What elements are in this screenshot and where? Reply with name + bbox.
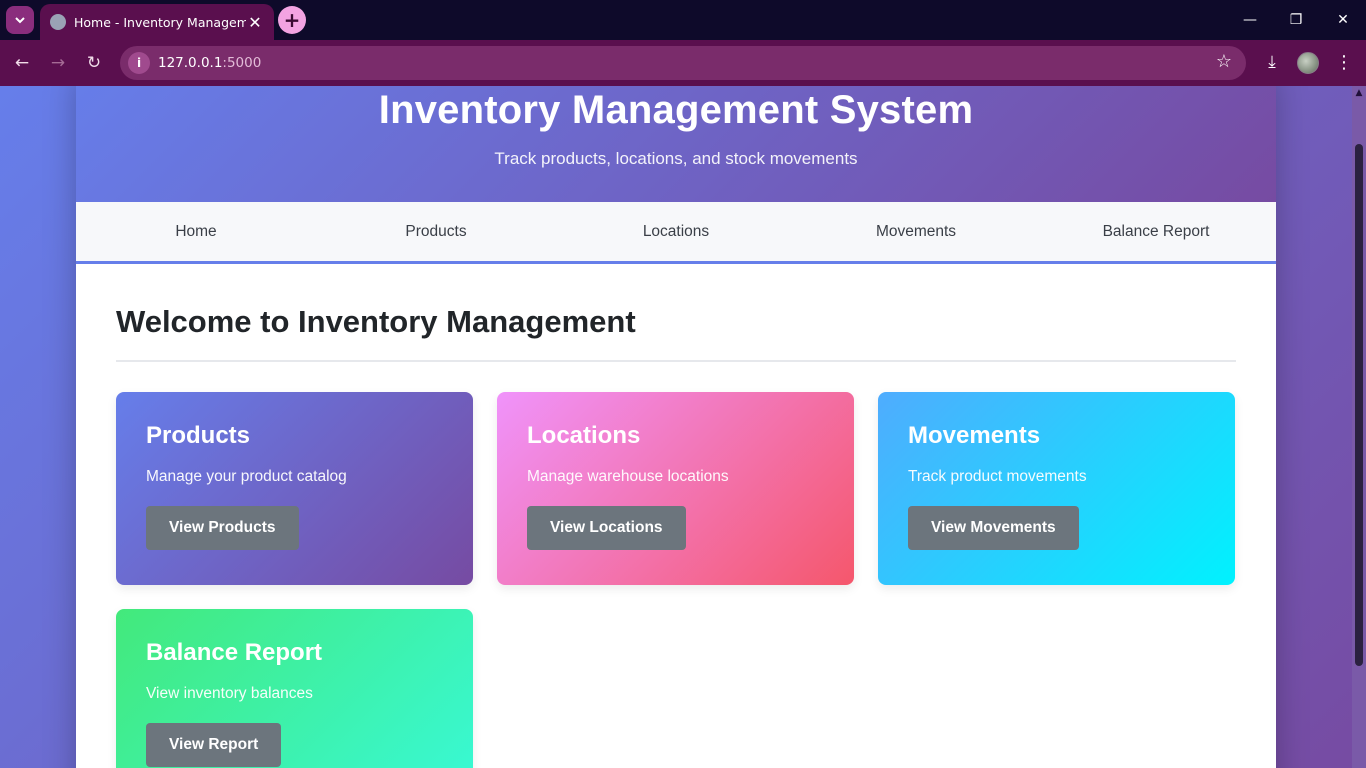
- card-description: View inventory balances: [146, 685, 313, 702]
- card-description: Track product movements: [908, 468, 1087, 485]
- card-title: Balance Report: [146, 639, 323, 666]
- view-locations-button[interactable]: View Locations: [527, 506, 686, 550]
- main-nav: Home Products Locations Movements Balanc…: [76, 202, 1276, 264]
- welcome-heading: Welcome to Inventory Management: [116, 304, 1236, 362]
- reload-icon[interactable]: ↻: [80, 49, 108, 77]
- page-header: Inventory Management System Track produc…: [76, 86, 1276, 202]
- card-title: Locations: [527, 422, 641, 449]
- view-movements-button[interactable]: View Movements: [908, 506, 1079, 550]
- nav-home[interactable]: Home: [76, 202, 316, 261]
- browser-tab-bar: Home - Inventory Management ✕ + — ❐ ✕: [0, 0, 1366, 40]
- profile-avatar[interactable]: [1297, 52, 1319, 74]
- tab-title: Home - Inventory Management: [74, 14, 246, 30]
- page-subtitle: Track products, locations, and stock mov…: [494, 149, 858, 168]
- movements-card: Movements Track product movements View M…: [878, 392, 1235, 585]
- address-bar[interactable]: i 127.0.0.1:5000 ☆: [120, 46, 1246, 80]
- dashboard-cards: Products Manage your product catalog Vie…: [116, 392, 1236, 768]
- page-container: Inventory Management System Track produc…: [76, 86, 1276, 768]
- back-arrow-icon[interactable]: ←: [8, 49, 36, 77]
- products-card: Products Manage your product catalog Vie…: [116, 392, 473, 585]
- new-tab-button[interactable]: +: [278, 6, 306, 34]
- card-title: Movements: [908, 422, 1041, 449]
- main-content: Welcome to Inventory Management Products…: [76, 264, 1276, 768]
- nav-movements[interactable]: Movements: [796, 202, 1036, 261]
- restore-icon[interactable]: ❐: [1284, 8, 1308, 32]
- browser-toolbar: ← → ↻ i 127.0.0.1:5000 ☆ ⤓ ⋮: [0, 40, 1366, 86]
- balance-report-card: Balance Report View inventory balances V…: [116, 609, 473, 768]
- view-products-button[interactable]: View Products: [146, 506, 299, 550]
- active-tab[interactable]: Home - Inventory Management ✕: [40, 4, 274, 40]
- locations-card: Locations Manage warehouse locations Vie…: [497, 392, 854, 585]
- tab-search-button[interactable]: [6, 6, 34, 34]
- nav-locations[interactable]: Locations: [556, 202, 796, 261]
- forward-arrow-icon[interactable]: →: [44, 49, 72, 77]
- globe-icon: [50, 14, 66, 30]
- card-description: Manage your product catalog: [146, 468, 347, 485]
- nav-products[interactable]: Products: [316, 202, 556, 261]
- scrollbar-thumb[interactable]: [1355, 144, 1363, 666]
- page-viewport: Inventory Management System Track produc…: [0, 86, 1366, 768]
- bookmark-star-icon[interactable]: ☆: [1216, 51, 1232, 72]
- close-window-icon[interactable]: ✕: [1331, 8, 1355, 32]
- more-menu-icon[interactable]: ⋮: [1332, 49, 1356, 75]
- minimize-icon[interactable]: —: [1238, 8, 1262, 32]
- download-icon[interactable]: ⤓: [1259, 49, 1285, 75]
- site-info-icon[interactable]: i: [128, 52, 150, 74]
- url-text[interactable]: 127.0.0.1:5000: [158, 55, 261, 71]
- chevron-down-icon: [15, 17, 25, 24]
- view-report-button[interactable]: View Report: [146, 723, 282, 767]
- page-title: Inventory Management System: [378, 88, 974, 132]
- card-description: Manage warehouse locations: [527, 468, 729, 485]
- nav-balance-report[interactable]: Balance Report: [1036, 202, 1276, 261]
- card-title: Products: [146, 422, 251, 449]
- scroll-up-arrow-icon[interactable]: ▲: [1354, 88, 1364, 98]
- vertical-scrollbar[interactable]: ▲: [1352, 86, 1366, 768]
- close-tab-icon[interactable]: ✕: [246, 13, 264, 32]
